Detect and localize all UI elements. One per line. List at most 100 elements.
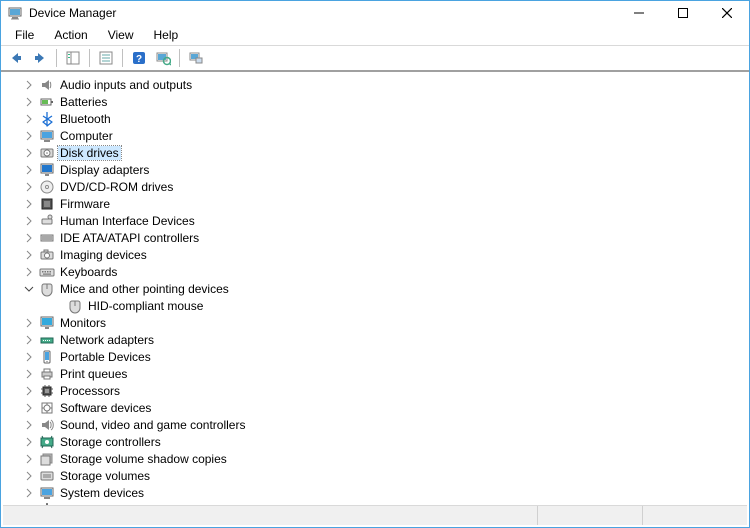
- chevron-right-icon[interactable]: [22, 231, 36, 245]
- dvd-icon: [39, 179, 55, 195]
- menu-view[interactable]: View: [98, 26, 144, 44]
- tree-category[interactable]: Firmware: [22, 195, 748, 212]
- tree-category-label: Keyboards: [58, 265, 119, 279]
- chevron-right-icon[interactable]: [22, 78, 36, 92]
- chevron-right-icon[interactable]: [22, 265, 36, 279]
- disk-icon: [39, 145, 55, 161]
- tree-device-label: HID-compliant mouse: [86, 299, 205, 313]
- tree-category-label: Audio inputs and outputs: [58, 78, 194, 92]
- status-cell: [3, 506, 537, 525]
- tree-category-label: Storage controllers: [58, 435, 163, 449]
- chevron-right-icon[interactable]: [22, 316, 36, 330]
- tree-category[interactable]: Monitors: [22, 314, 748, 331]
- tree-category[interactable]: Audio inputs and outputs: [22, 76, 748, 93]
- tree-category[interactable]: Portable Devices: [22, 348, 748, 365]
- software-icon: [39, 400, 55, 416]
- chevron-right-icon[interactable]: [22, 214, 36, 228]
- tree-category[interactable]: System devices: [22, 484, 748, 501]
- toolbar-show-hide-tree-button[interactable]: [62, 47, 84, 69]
- chevron-right-icon[interactable]: [22, 435, 36, 449]
- chevron-right-icon[interactable]: [22, 384, 36, 398]
- chevron-right-icon[interactable]: [22, 197, 36, 211]
- menu-help[interactable]: Help: [144, 26, 189, 44]
- mouse-icon: [39, 281, 55, 297]
- chevron-right-icon[interactable]: [22, 486, 36, 500]
- menubar: File Action View Help: [1, 24, 749, 46]
- chevron-right-icon[interactable]: [22, 180, 36, 194]
- chevron-right-icon[interactable]: [22, 112, 36, 126]
- chevron-right-icon[interactable]: [22, 333, 36, 347]
- chevron-right-icon[interactable]: [22, 163, 36, 177]
- close-button[interactable]: [705, 1, 749, 25]
- toolbar-separator: [179, 49, 180, 67]
- chevron-right-icon[interactable]: [22, 95, 36, 109]
- toolbar-help-button[interactable]: ?: [128, 47, 150, 69]
- audio-icon: [39, 77, 55, 93]
- toolbar-separator: [89, 49, 90, 67]
- tree-category[interactable]: Human Interface Devices: [22, 212, 748, 229]
- cpu-icon: [39, 383, 55, 399]
- tree-category-label: Mice and other pointing devices: [58, 282, 231, 296]
- chevron-right-icon[interactable]: [22, 129, 36, 143]
- mouse-icon: [67, 298, 83, 314]
- tree-category-label: IDE ATA/ATAPI controllers: [58, 231, 201, 245]
- app-icon: [7, 5, 23, 21]
- chevron-right-icon[interactable]: [22, 401, 36, 415]
- tree-category[interactable]: Batteries: [22, 93, 748, 110]
- chevron-down-icon[interactable]: [22, 282, 36, 296]
- tree-category[interactable]: Print queues: [22, 365, 748, 382]
- minimize-button[interactable]: [617, 1, 661, 25]
- toolbar-scan-hardware-button[interactable]: [152, 47, 174, 69]
- tree-category[interactable]: Storage volumes: [22, 467, 748, 484]
- maximize-button[interactable]: [661, 1, 705, 25]
- chevron-right-icon[interactable]: [22, 350, 36, 364]
- toolbar-properties-button[interactable]: [95, 47, 117, 69]
- tree-category[interactable]: Disk drives: [22, 144, 748, 161]
- monitor-icon: [39, 315, 55, 331]
- device-tree: Audio inputs and outputsBatteriesBluetoo…: [2, 76, 748, 518]
- tree-category[interactable]: Bluetooth: [22, 110, 748, 127]
- tree-category[interactable]: Computer: [22, 127, 748, 144]
- titlebar: Device Manager: [1, 0, 749, 24]
- device-tree-pane[interactable]: Audio inputs and outputsBatteriesBluetoo…: [2, 74, 748, 526]
- tree-category[interactable]: Sound, video and game controllers: [22, 416, 748, 433]
- tree-category[interactable]: Software devices: [22, 399, 748, 416]
- chevron-right-icon[interactable]: [22, 418, 36, 432]
- tree-category[interactable]: Processors: [22, 382, 748, 399]
- chevron-right-icon[interactable]: [22, 469, 36, 483]
- tree-category-label: Processors: [58, 384, 122, 398]
- tree-category[interactable]: Storage controllers: [22, 433, 748, 450]
- tree-category-label: Portable Devices: [58, 350, 153, 364]
- tree-category[interactable]: Mice and other pointing devices: [22, 280, 748, 297]
- toolbar-show-hidden-button[interactable]: [185, 47, 207, 69]
- tree-category-label: Computer: [58, 129, 115, 143]
- printer-icon: [39, 366, 55, 382]
- sound-icon: [39, 417, 55, 433]
- chevron-right-icon[interactable]: [22, 452, 36, 466]
- tree-category-label: Storage volume shadow copies: [58, 452, 229, 466]
- status-cell: [642, 506, 747, 525]
- toolbar-separator: [56, 49, 57, 67]
- tree-category[interactable]: Storage volume shadow copies: [22, 450, 748, 467]
- chevron-right-icon[interactable]: [22, 146, 36, 160]
- menu-action[interactable]: Action: [44, 26, 97, 44]
- chevron-right-icon[interactable]: [22, 367, 36, 381]
- tree-category[interactable]: DVD/CD-ROM drives: [22, 178, 748, 195]
- tree-category-label: Monitors: [58, 316, 108, 330]
- toolbar-back-button[interactable]: [5, 47, 27, 69]
- menu-file[interactable]: File: [5, 26, 44, 44]
- bluetooth-icon: [39, 111, 55, 127]
- chevron-right-icon[interactable]: [22, 248, 36, 262]
- tree-category-label: Display adapters: [58, 163, 151, 177]
- toolbar-forward-button[interactable]: [29, 47, 51, 69]
- tree-category[interactable]: IDE ATA/ATAPI controllers: [22, 229, 748, 246]
- ide-icon: [39, 230, 55, 246]
- portable-icon: [39, 349, 55, 365]
- imaging-icon: [39, 247, 55, 263]
- tree-device[interactable]: HID-compliant mouse: [50, 297, 748, 314]
- tree-category[interactable]: Display adapters: [22, 161, 748, 178]
- tree-category-label: Disk drives: [58, 146, 121, 160]
- tree-category[interactable]: Network adapters: [22, 331, 748, 348]
- tree-category[interactable]: Imaging devices: [22, 246, 748, 263]
- tree-category[interactable]: Keyboards: [22, 263, 748, 280]
